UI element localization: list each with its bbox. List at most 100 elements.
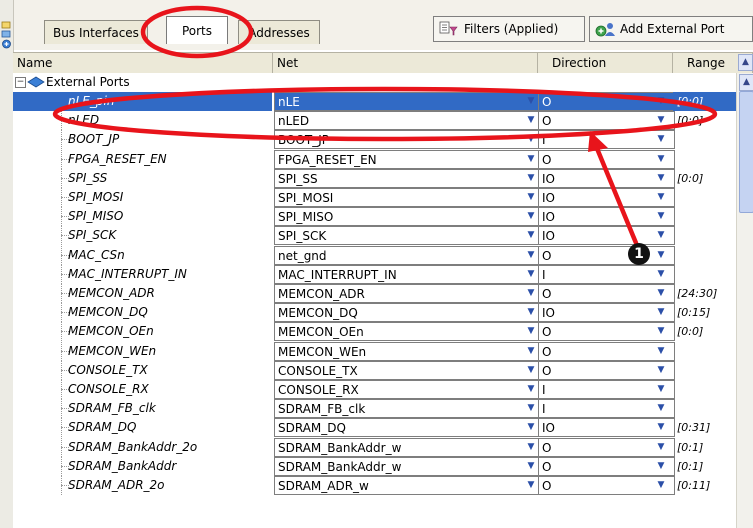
range-value[interactable]	[673, 265, 736, 284]
net-select[interactable]: MEMCON_DQ	[274, 303, 539, 322]
direction-dropdown-icon[interactable]: ▼	[654, 382, 668, 397]
port-row[interactable]: SDRAM_FB_clk SDRAM_FB_clk ▼ I ▼	[13, 399, 736, 418]
direction-dropdown-icon[interactable]: ▼	[654, 344, 668, 359]
net-select[interactable]: FPGA_RESET_EN	[274, 150, 539, 169]
tab-addresses[interactable]: Addresses	[238, 20, 320, 44]
tab-ports[interactable]: Ports	[166, 16, 228, 44]
net-dropdown-icon[interactable]: ▼	[524, 209, 538, 224]
range-value[interactable]	[673, 246, 736, 265]
direction-dropdown-icon[interactable]: ▼	[654, 324, 668, 339]
range-value[interactable]	[673, 150, 736, 169]
net-dropdown-icon[interactable]: ▼	[524, 420, 538, 435]
port-name[interactable]: nLED	[13, 111, 272, 130]
port-name[interactable]: SDRAM_DQ	[13, 418, 272, 437]
net-select[interactable]: CONSOLE_RX	[274, 380, 539, 399]
port-name[interactable]: SDRAM_FB_clk	[13, 399, 272, 418]
direction-dropdown-icon[interactable]: ▼	[654, 459, 668, 474]
collapse-icon[interactable]: −	[15, 77, 26, 88]
net-dropdown-icon[interactable]: ▼	[524, 171, 538, 186]
port-row[interactable]: SDRAM_BankAddr_2o SDRAM_BankAddr_w ▼ O ▼ [0:1…	[13, 438, 736, 457]
direction-dropdown-icon[interactable]: ▼	[654, 94, 668, 109]
range-value[interactable]: [0:0]	[673, 322, 736, 341]
net-select[interactable]: MEMCON_WEn	[274, 342, 539, 361]
port-row[interactable]: CONSOLE_RX CONSOLE_RX ▼ I ▼	[13, 380, 736, 399]
port-row[interactable]: SDRAM_DQ SDRAM_DQ ▼ IO ▼ [0:31]	[13, 418, 736, 437]
range-value[interactable]: [0:1]	[673, 438, 736, 457]
direction-dropdown-icon[interactable]: ▼	[654, 152, 668, 167]
add-external-port-button[interactable]: Add External Port	[589, 16, 753, 42]
direction-dropdown-icon[interactable]: ▼	[654, 305, 668, 320]
net-dropdown-icon[interactable]: ▼	[524, 228, 538, 243]
direction-dropdown-icon[interactable]: ▼	[654, 113, 668, 128]
direction-dropdown-icon[interactable]: ▼	[654, 228, 668, 243]
net-select[interactable]: SPI_MISO	[274, 207, 539, 226]
group-row-external-ports[interactable]: − External Ports	[13, 73, 736, 92]
port-row[interactable]: MEMCON_WEn MEMCON_WEn ▼ O ▼	[13, 342, 736, 361]
net-dropdown-icon[interactable]: ▼	[524, 344, 538, 359]
net-dropdown-icon[interactable]: ▼	[524, 113, 538, 128]
tab-bus-interfaces[interactable]: Bus Interfaces	[44, 20, 148, 44]
direction-dropdown-icon[interactable]: ▼	[654, 209, 668, 224]
net-select[interactable]: SDRAM_BankAddr_w	[274, 457, 539, 476]
net-select[interactable]: SPI_SS	[274, 169, 539, 188]
net-dropdown-icon[interactable]: ▼	[524, 305, 538, 320]
scroll-thumb[interactable]	[739, 91, 753, 213]
net-select[interactable]: MEMCON_ADR	[274, 284, 539, 303]
port-row[interactable]: SDRAM_BankAddr SDRAM_BankAddr_w ▼ O ▼ [0:1]	[13, 457, 736, 476]
port-name[interactable]: SPI_MISO	[13, 207, 272, 226]
range-value[interactable]: [0:11]	[673, 476, 736, 495]
net-dropdown-icon[interactable]: ▼	[524, 401, 538, 416]
net-select[interactable]: BOOT_JP	[274, 130, 539, 149]
net-dropdown-icon[interactable]: ▼	[524, 94, 538, 109]
port-name[interactable]: CONSOLE_TX	[13, 361, 272, 380]
port-row[interactable]: MEMCON_ADR MEMCON_ADR ▼ O ▼ [24:30]	[13, 284, 736, 303]
net-select[interactable]: SPI_MOSI	[274, 188, 539, 207]
port-name[interactable]: BOOT_JP	[13, 130, 272, 149]
range-value[interactable]: [0:0]	[673, 111, 736, 130]
port-name[interactable]: CONSOLE_RX	[13, 380, 272, 399]
net-select[interactable]: nLE	[274, 92, 539, 111]
port-name[interactable]: MEMCON_DQ	[13, 303, 272, 322]
port-row[interactable]: MAC_INTERRUPT_IN MAC_INTERRUPT_IN ▼ I ▼	[13, 265, 736, 284]
net-dropdown-icon[interactable]: ▼	[524, 190, 538, 205]
port-name[interactable]: SDRAM_BankAddr	[13, 457, 272, 476]
range-value[interactable]: [0:15]	[673, 303, 736, 322]
range-value[interactable]	[673, 361, 736, 380]
net-select[interactable]: SDRAM_BankAddr_w	[274, 438, 539, 457]
range-value[interactable]	[673, 188, 736, 207]
net-dropdown-icon[interactable]: ▼	[524, 478, 538, 493]
net-dropdown-icon[interactable]: ▼	[524, 267, 538, 282]
direction-dropdown-icon[interactable]: ▼	[654, 420, 668, 435]
column-header-direction[interactable]: Direction	[538, 53, 673, 73]
net-dropdown-icon[interactable]: ▼	[524, 152, 538, 167]
net-dropdown-icon[interactable]: ▼	[524, 132, 538, 147]
port-row[interactable]: CONSOLE_TX CONSOLE_TX ▼ O ▼	[13, 361, 736, 380]
direction-dropdown-icon[interactable]: ▼	[654, 286, 668, 301]
range-value[interactable]	[673, 380, 736, 399]
port-name[interactable]: MEMCON_ADR	[13, 284, 272, 303]
direction-dropdown-icon[interactable]: ▼	[654, 401, 668, 416]
net-select[interactable]: CONSOLE_TX	[274, 361, 539, 380]
range-value[interactable]: [0:1]	[673, 457, 736, 476]
direction-dropdown-icon[interactable]: ▼	[654, 363, 668, 378]
range-value[interactable]: [0:0]	[673, 169, 736, 188]
port-name[interactable]: nLE_pin	[13, 92, 272, 111]
net-select[interactable]: SDRAM_DQ	[274, 418, 539, 437]
port-name[interactable]: MEMCON_WEn	[13, 342, 272, 361]
port-name[interactable]: MAC_INTERRUPT_IN	[13, 265, 272, 284]
range-value[interactable]: [0:0]	[673, 92, 736, 111]
net-select[interactable]: SDRAM_ADR_w	[274, 476, 539, 495]
port-name[interactable]: MEMCON_OEn	[13, 322, 272, 341]
port-name[interactable]: SPI_MOSI	[13, 188, 272, 207]
range-value[interactable]	[673, 226, 736, 245]
expand-tree-icon[interactable]	[1, 20, 12, 50]
port-row[interactable]: SDRAM_ADR_2o SDRAM_ADR_w ▼ O ▼ [0:11]	[13, 476, 736, 495]
direction-dropdown-icon[interactable]: ▼	[654, 171, 668, 186]
direction-dropdown-icon[interactable]: ▼	[654, 440, 668, 455]
net-dropdown-icon[interactable]: ▼	[524, 382, 538, 397]
net-dropdown-icon[interactable]: ▼	[524, 440, 538, 455]
direction-dropdown-icon[interactable]: ▼	[654, 132, 668, 147]
net-select[interactable]: SDRAM_FB_clk	[274, 399, 539, 418]
port-row[interactable]: nLED nLED ▼ O ▼ [0:0]	[13, 111, 736, 130]
net-dropdown-icon[interactable]: ▼	[524, 248, 538, 263]
